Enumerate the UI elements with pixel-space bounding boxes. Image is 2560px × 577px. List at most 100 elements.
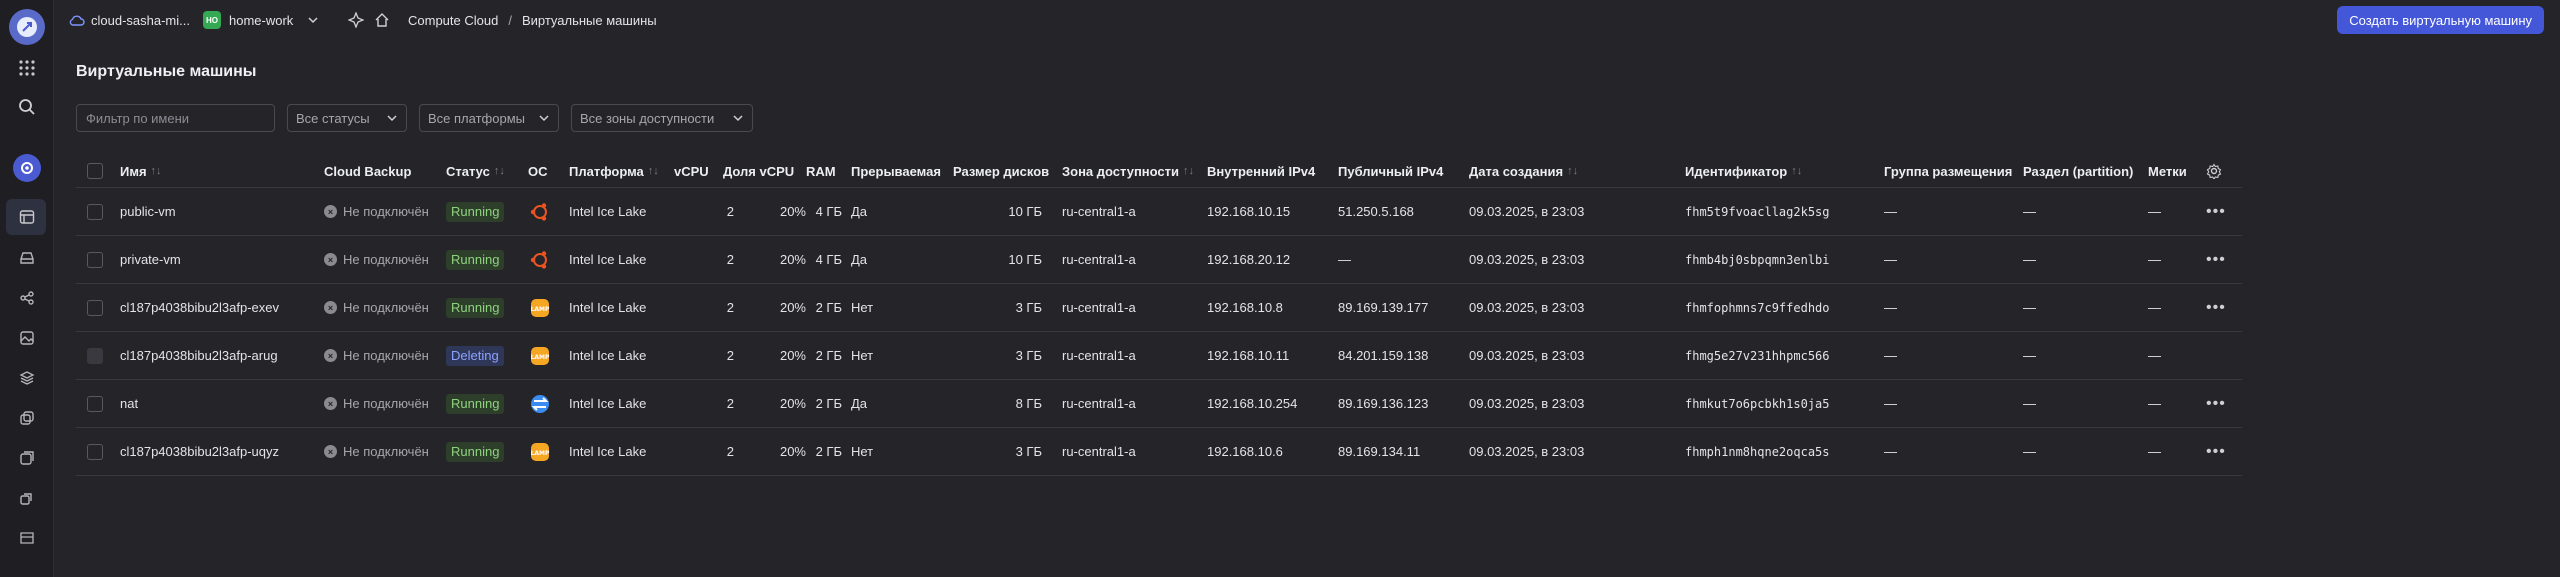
folder-selector[interactable]: HO home-work <box>203 11 319 29</box>
apps-grid-icon[interactable] <box>15 56 39 80</box>
column-status[interactable]: Статус ↑↓ <box>446 154 505 188</box>
platform-filter-select[interactable]: Все платформы <box>419 104 559 132</box>
status-cell: Running <box>446 380 505 427</box>
zone-filter-select[interactable]: Все зоны доступности <box>571 104 753 132</box>
images-icon[interactable] <box>15 326 39 350</box>
vm-name-link[interactable]: cl187p4038bibu2l3afp-uqyz <box>120 428 279 475</box>
row-checkbox[interactable] <box>87 236 103 283</box>
platform-cell: Intel Ice Lake <box>569 204 647 219</box>
not-connected-icon: × <box>324 253 337 266</box>
row-checkbox[interactable] <box>87 380 103 427</box>
ubuntu-icon <box>528 248 552 272</box>
column-zone-label: Зона доступности <box>1062 163 1180 179</box>
column-backup: Cloud Backup <box>324 163 412 179</box>
search-icon[interactable] <box>15 95 39 119</box>
disk-size-cell: 8 ГБ <box>1015 396 1042 411</box>
folder-badge: HO <box>203 11 221 29</box>
row-checkbox[interactable] <box>87 188 103 235</box>
cloud-logo-icon[interactable] <box>9 9 45 45</box>
page-title: Виртуальные машины <box>76 63 257 80</box>
layers-icon[interactable] <box>15 366 39 390</box>
created-date-cell: 09.03.2025, в 23:03 <box>1469 444 1585 459</box>
platform-cell: Intel Ice Lake <box>569 252 647 267</box>
lamp-icon: LAMP <box>528 296 552 320</box>
column-zone[interactable]: Зона доступности ↑↓ <box>1062 154 1194 188</box>
select-all-checkbox[interactable] <box>87 154 103 188</box>
table-settings-gear-icon[interactable] <box>2206 154 2222 188</box>
not-connected-icon: × <box>324 397 337 410</box>
column-labels: Метки <box>2148 163 2187 179</box>
chevron-down-icon <box>308 17 318 24</box>
column-vcpu-share: Доля vCPU <box>723 163 795 179</box>
public-ip-cell: 89.169.134.11 <box>1338 444 1421 459</box>
column-platform[interactable]: Платформа ↑↓ <box>569 154 659 188</box>
row-actions-menu-icon[interactable]: ••• <box>2206 284 2226 331</box>
partition-cell: — <box>2023 300 2036 315</box>
public-ip-cell: 89.169.136.123 <box>1338 396 1429 411</box>
vm-name-link[interactable]: nat <box>120 380 138 427</box>
status-cell: Deleting <box>446 332 504 379</box>
column-ram: RAM <box>806 163 836 179</box>
vm-name-link[interactable]: cl187p4038bibu2l3afp-exev <box>120 284 279 331</box>
vm-name-link[interactable]: public-vm <box>120 188 176 235</box>
labels-cell: — <box>2148 348 2161 363</box>
table-row[interactable]: nat × Не подключён Running Intel Ice Lake 2 20… <box>76 380 2242 428</box>
folder-name: home-work <box>229 12 294 28</box>
column-disk-size: Размер дисков <box>953 163 1050 179</box>
instance-groups-icon[interactable] <box>15 486 39 510</box>
cloud-backup-status: Не подключён <box>343 252 429 267</box>
row-actions-menu-icon[interactable]: ••• <box>2206 236 2226 283</box>
row-checkbox[interactable] <box>87 284 103 331</box>
not-connected-icon: × <box>324 349 337 362</box>
column-created[interactable]: Дата создания ↑↓ <box>1469 154 1578 188</box>
vm-name-link[interactable]: private-vm <box>120 236 181 283</box>
table-row[interactable]: cl187p4038bibu2l3afp-uqyz × Не подключён Ru… <box>76 428 2242 476</box>
breadcrumb-service[interactable]: Compute Cloud <box>408 13 498 28</box>
placement-group-cell: — <box>1884 204 1897 219</box>
snapshots-icon[interactable] <box>15 406 39 430</box>
table-row[interactable]: cl187p4038bibu2l3afp-exev × Не подключён Ru… <box>76 284 2242 332</box>
settings-icon[interactable] <box>15 526 39 550</box>
row-actions-menu-icon[interactable]: ••• <box>2206 188 2226 235</box>
status-filter-select[interactable]: Все статусы <box>287 104 407 132</box>
services-icon[interactable] <box>348 12 364 28</box>
vcpu-share-cell: 20% <box>779 396 806 411</box>
platform-cell: Intel Ice Lake <box>569 396 647 411</box>
internal-ip-cell: 192.168.10.6 <box>1207 444 1283 459</box>
ram-cell: 4 ГБ <box>815 252 842 267</box>
table-row[interactable]: public-vm × Не подключён Running Intel Ice L… <box>76 188 2242 236</box>
labels-cell: — <box>2148 252 2161 267</box>
placement-groups-icon[interactable] <box>15 446 39 470</box>
cloud-selector[interactable]: cloud-sasha-mi... <box>69 13 190 28</box>
lamp-icon: LAMP <box>528 440 552 464</box>
os-cell <box>528 236 552 283</box>
not-connected-icon: × <box>324 205 337 218</box>
disk-size-cell: 10 ГБ <box>1008 252 1042 267</box>
column-created-label: Дата создания <box>1469 163 1564 179</box>
vm-name-link[interactable]: cl187p4038bibu2l3afp-arug <box>120 332 278 379</box>
name-filter-input[interactable]: Фильтр по имени <box>76 104 275 132</box>
public-ip-cell: 51.250.5.168 <box>1338 204 1414 219</box>
virtual-machines-icon[interactable] <box>15 205 39 229</box>
partition-cell: — <box>2023 348 2036 363</box>
network-icon[interactable] <box>15 286 39 310</box>
row-checkbox <box>87 332 103 379</box>
column-status-label: Статус <box>446 163 490 179</box>
row-checkbox[interactable] <box>87 428 103 475</box>
cloud-icon <box>69 15 85 26</box>
home-icon[interactable] <box>374 12 390 28</box>
vm-id-cell: fhm5t9fvoacllag2k5sg <box>1685 204 1830 219</box>
public-ip-cell: — <box>1338 252 1351 267</box>
create-vm-button[interactable]: Создать виртуальную машину <box>2337 6 2544 34</box>
table-row[interactable]: private-vm × Не подключён Running Intel Ice … <box>76 236 2242 284</box>
row-actions-menu-icon[interactable]: ••• <box>2206 428 2226 475</box>
column-name[interactable]: Имя ↑↓ <box>120 154 162 188</box>
row-actions-menu-icon[interactable]: ••• <box>2206 380 2226 427</box>
table-row[interactable]: cl187p4038bibu2l3afp-arug × Не подключён De… <box>76 332 2242 380</box>
disks-icon[interactable] <box>15 246 39 270</box>
internal-ip-cell: 192.168.10.8 <box>1207 300 1283 315</box>
column-id[interactable]: Идентификатор ↑↓ <box>1685 154 1802 188</box>
vm-id-cell: fhmg5e27v231hhpmc566 <box>1685 348 1830 363</box>
compute-cloud-service-icon[interactable] <box>13 154 41 182</box>
os-cell: LAMP <box>528 284 552 331</box>
